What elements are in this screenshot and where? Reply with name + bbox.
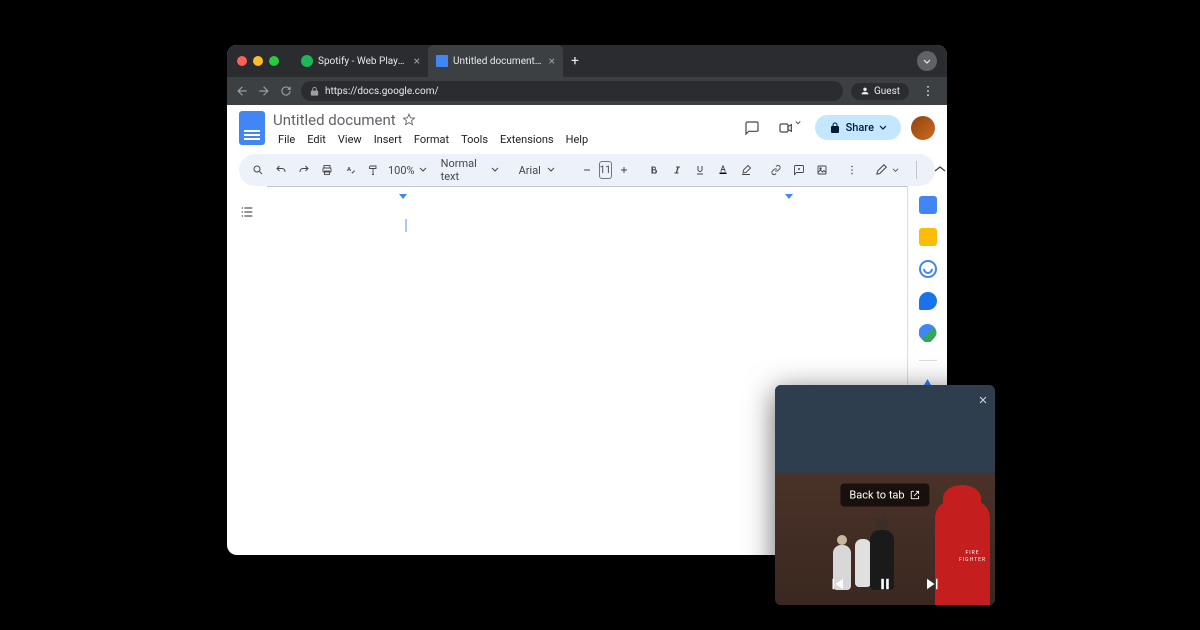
menu-tools[interactable]: Tools (456, 131, 493, 148)
document-outline-button[interactable] (239, 204, 255, 555)
previous-track-button[interactable] (828, 575, 846, 593)
more-tools-button[interactable] (841, 158, 863, 182)
pip-close-button[interactable] (977, 391, 989, 410)
account-avatar[interactable] (911, 116, 935, 140)
star-button[interactable] (402, 113, 416, 127)
menu-format[interactable]: Format (409, 131, 454, 148)
site-info-icon[interactable] (309, 86, 320, 97)
decrease-font-button[interactable] (576, 158, 598, 182)
undo-button[interactable] (270, 158, 292, 182)
font-dropdown[interactable]: Arial (513, 164, 568, 177)
url-text: https://docs.google.com/ (325, 86, 835, 97)
add-comment-button[interactable] (788, 158, 810, 182)
back-to-tab-label: Back to tab (849, 489, 904, 502)
ruler[interactable] (267, 187, 907, 199)
separator (916, 161, 917, 179)
tasks-app-icon[interactable] (919, 260, 937, 278)
spellcheck-button[interactable] (339, 158, 361, 182)
browser-menu-button[interactable] (917, 84, 939, 98)
docs-header: Untitled document File Edit View Insert … (227, 105, 947, 148)
menu-view[interactable]: View (333, 131, 367, 148)
contacts-app-icon[interactable] (919, 292, 937, 310)
search-menus-button[interactable] (247, 158, 269, 182)
toolbar: 100% Normal text Arial 11 (239, 154, 935, 186)
insert-image-button[interactable] (811, 158, 833, 182)
picture-in-picture-window[interactable]: FIREFIGHTER Back to tab (775, 385, 995, 605)
back-button[interactable] (235, 84, 249, 98)
window-minimize-button[interactable] (253, 56, 263, 66)
separator (919, 360, 937, 361)
increase-font-button[interactable] (613, 158, 635, 182)
redo-button[interactable] (293, 158, 315, 182)
tab-close-button[interactable]: × (549, 55, 555, 67)
left-indent-marker[interactable] (399, 187, 407, 206)
menu-help[interactable]: Help (561, 131, 594, 148)
menu-bar: File Edit View Insert Format Tools Exten… (273, 131, 732, 148)
document-title[interactable]: Untitled document (273, 111, 396, 129)
forward-button[interactable] (257, 84, 271, 98)
url-bar: https://docs.google.com/ Guest (227, 77, 947, 105)
tab-title: Spotify - Web Player: Music f (318, 56, 409, 67)
share-label: Share (846, 121, 874, 134)
menu-insert[interactable]: Insert (369, 131, 407, 148)
reload-button[interactable] (279, 84, 293, 98)
pip-controls (775, 575, 995, 593)
header-actions: Share (740, 111, 935, 140)
profile-button[interactable]: Guest (851, 83, 909, 100)
tab-spotify[interactable]: Spotify - Web Player: Music f × (293, 45, 428, 77)
tab-close-button[interactable]: × (414, 55, 420, 67)
share-button[interactable]: Share (815, 115, 901, 140)
menu-file[interactable]: File (273, 131, 300, 148)
next-track-button[interactable] (924, 575, 942, 593)
tab-google-docs[interactable]: Untitled document - Google D × (428, 45, 563, 77)
docs-logo[interactable] (239, 111, 265, 145)
gdocs-icon (436, 55, 448, 67)
highlight-color-button[interactable] (735, 158, 757, 182)
editing-mode-button[interactable] (864, 159, 909, 181)
font-value: Arial (519, 164, 541, 177)
pip-back-to-tab-button[interactable]: Back to tab (840, 484, 929, 507)
paint-format-button[interactable] (362, 158, 384, 182)
zoom-value[interactable]: 100% (385, 164, 418, 177)
keep-app-icon[interactable] (919, 228, 937, 246)
maps-app-icon[interactable] (919, 324, 937, 342)
guest-label: Guest (874, 86, 900, 97)
tab-title: Untitled document - Google D (453, 56, 544, 67)
window-close-button[interactable] (237, 56, 247, 66)
address-bar[interactable]: https://docs.google.com/ (301, 81, 843, 101)
text-color-button[interactable] (712, 158, 734, 182)
zoom-dropdown[interactable] (419, 166, 427, 174)
pause-button[interactable] (876, 575, 894, 593)
menu-edit[interactable]: Edit (302, 131, 331, 148)
spotify-icon (301, 55, 313, 67)
docs-title-area: Untitled document File Edit View Insert … (273, 111, 732, 148)
window-maximize-button[interactable] (269, 56, 279, 66)
left-margin (227, 186, 267, 555)
print-button[interactable] (316, 158, 338, 182)
bold-button[interactable] (643, 158, 665, 182)
style-value: Normal text (441, 157, 485, 183)
italic-button[interactable] (666, 158, 688, 182)
underline-button[interactable] (689, 158, 711, 182)
calendar-app-icon[interactable] (919, 196, 937, 214)
meet-button[interactable] (774, 116, 805, 140)
right-indent-marker[interactable] (785, 187, 793, 206)
paragraph-style-dropdown[interactable]: Normal text (435, 157, 505, 183)
window-dropdown-button[interactable] (917, 51, 937, 71)
insert-link-button[interactable] (765, 158, 787, 182)
traffic-lights (237, 56, 279, 66)
hide-menus-button[interactable] (924, 162, 947, 178)
tab-strip: Spotify - Web Player: Music f × Untitled… (293, 45, 911, 77)
new-tab-button[interactable]: + (563, 45, 587, 77)
text-cursor (405, 219, 407, 232)
title-bar: Spotify - Web Player: Music f × Untitled… (227, 45, 947, 77)
font-size-input[interactable]: 11 (599, 161, 612, 179)
menu-extensions[interactable]: Extensions (495, 131, 559, 148)
comment-history-button[interactable] (740, 116, 764, 140)
